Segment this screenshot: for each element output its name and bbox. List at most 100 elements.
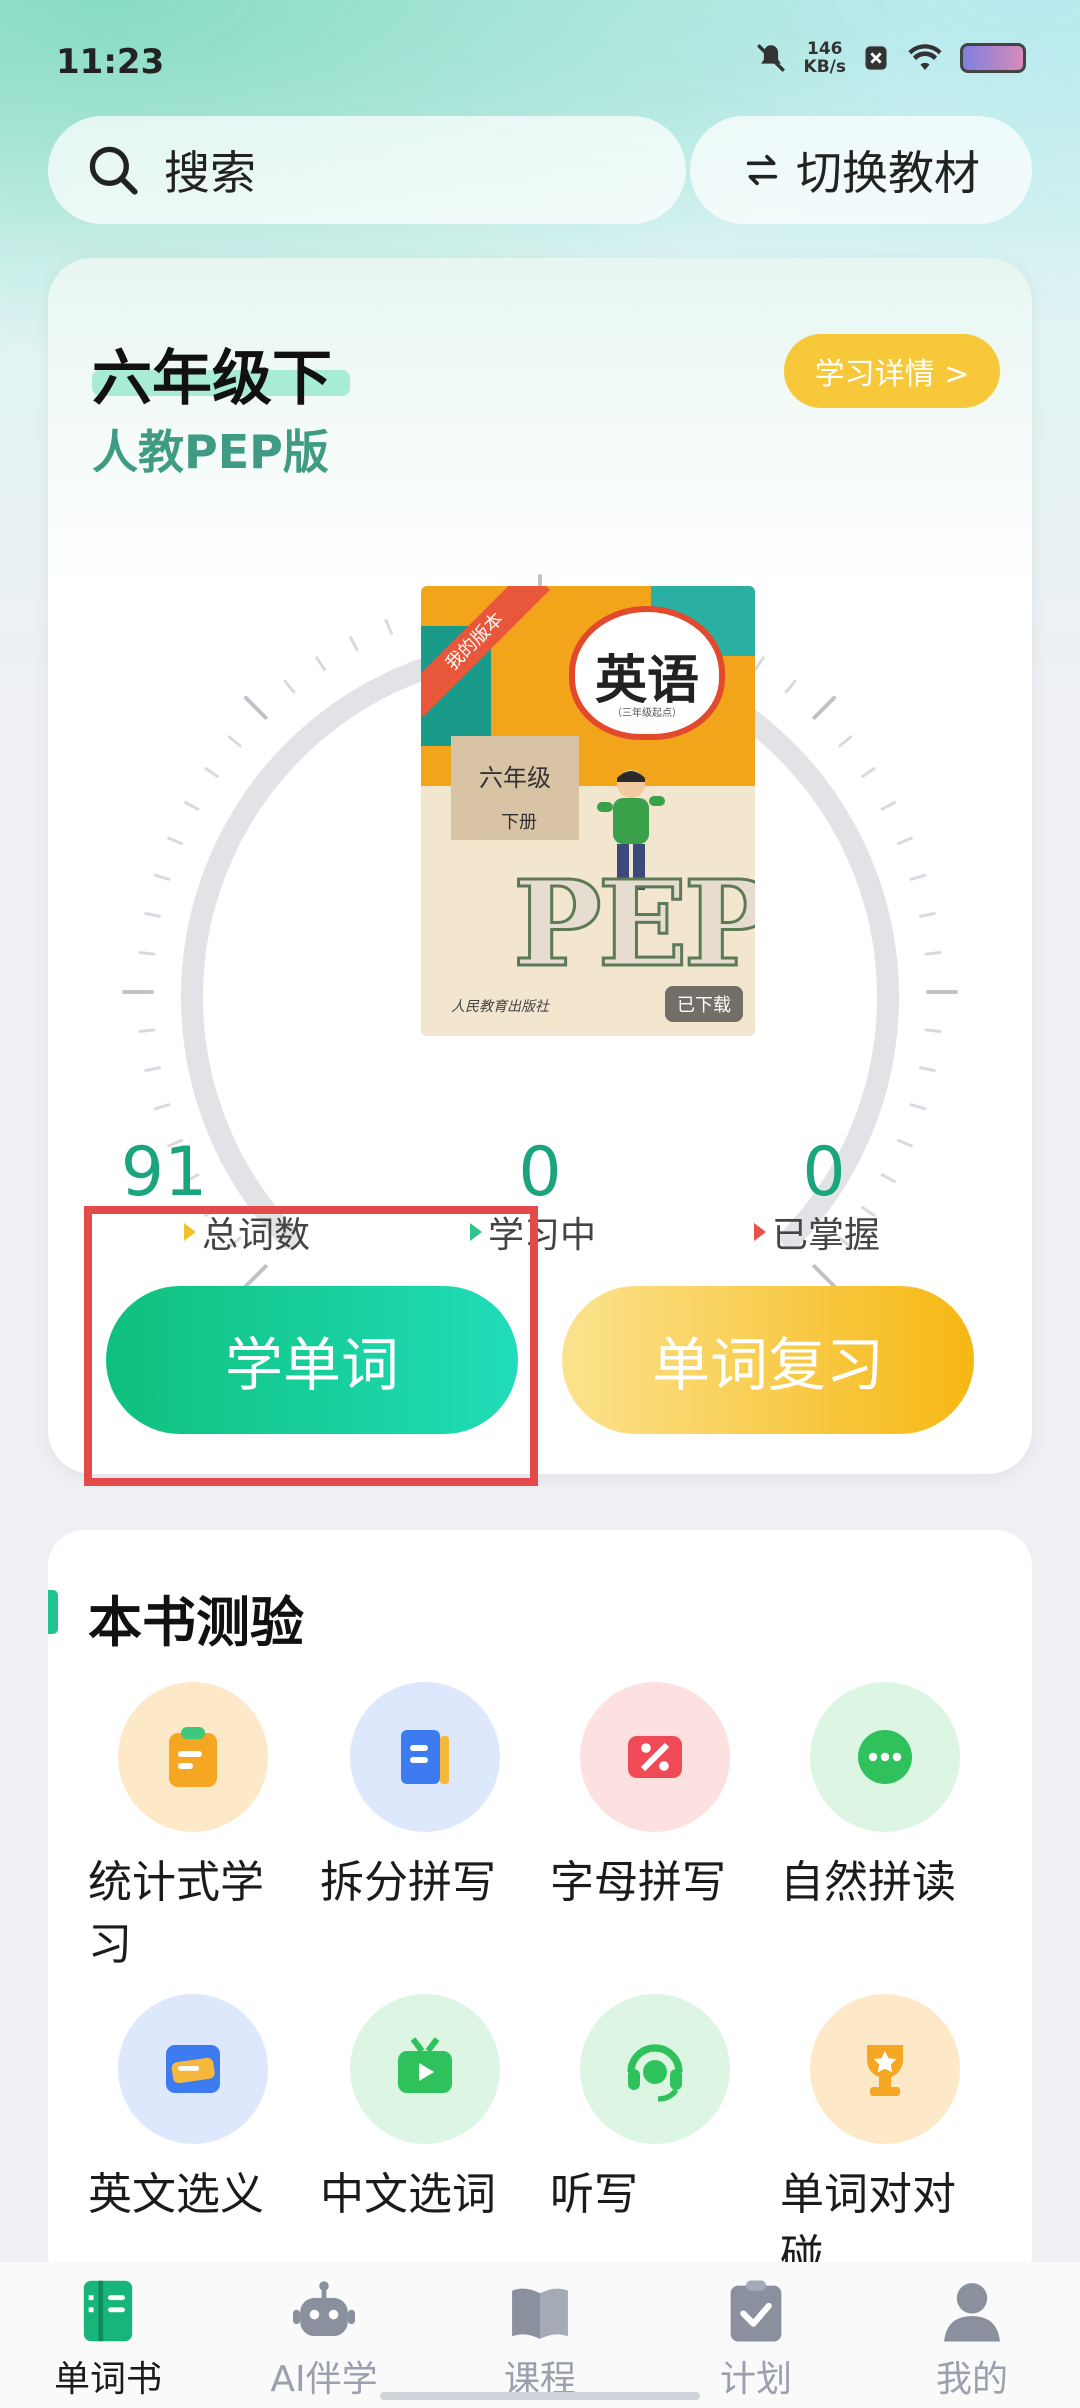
grade-title: 六年级下 bbox=[92, 344, 332, 414]
tool-english-meaning[interactable]: 英文选义 bbox=[88, 1994, 318, 2226]
status-time: 11:23 bbox=[56, 42, 165, 82]
tool-chinese-word[interactable]: 中文选词 bbox=[320, 1994, 550, 2226]
stat-marker-icon bbox=[470, 1223, 482, 1241]
cover-term: 下册 bbox=[501, 812, 537, 833]
gauge-tick bbox=[243, 695, 268, 720]
network-speed: 146 KB/s bbox=[804, 40, 846, 76]
learn-words-button[interactable]: 学单词 bbox=[106, 1286, 518, 1434]
nav-label: 计划 bbox=[719, 2359, 792, 2400]
cover-subtitle: （三年级起点） bbox=[612, 708, 682, 719]
gauge-tick bbox=[283, 679, 296, 694]
nav-label: 我的 bbox=[935, 2359, 1008, 2400]
gauge-tick bbox=[880, 800, 897, 811]
stat-mastered: 0 bbox=[674, 1136, 974, 1210]
speed-value: 146 bbox=[807, 39, 843, 59]
tool-label: 自然拼读 bbox=[780, 1857, 956, 1908]
switch-textbook-label: 切换教材 bbox=[796, 146, 980, 200]
tool-stat-learning[interactable]: 统计式学 习 bbox=[88, 1682, 318, 1976]
status-icons: 146 KB/s bbox=[754, 40, 1026, 76]
gauge-tick bbox=[812, 1264, 837, 1289]
stat-total-value: 91 bbox=[120, 1133, 208, 1212]
gauge-tick bbox=[348, 635, 359, 652]
stat-learning-value: 0 bbox=[518, 1133, 562, 1212]
gauge-tick bbox=[138, 1028, 156, 1033]
tool-label: 英文选义 bbox=[88, 2169, 264, 2220]
cover-title: 英语 bbox=[594, 650, 699, 711]
stat-mastered-value: 0 bbox=[802, 1133, 846, 1212]
tool-label: 统计式学 习 bbox=[88, 1857, 264, 1970]
search-icon bbox=[89, 146, 138, 195]
tool-label: 听写 bbox=[550, 2169, 638, 2220]
stat-learning: 0 bbox=[390, 1136, 690, 1210]
nav-courses[interactable]: 课程 bbox=[460, 2278, 620, 2402]
stat-mastered-label: 已掌握 bbox=[754, 1206, 880, 1258]
gauge-tick bbox=[812, 695, 837, 720]
nav-wordbook[interactable]: 单词书 bbox=[28, 2278, 188, 2402]
stat-total-text: 总词数 bbox=[202, 1215, 311, 1256]
search-placeholder: 搜索 bbox=[164, 146, 256, 200]
nav-plan[interactable]: 计划 bbox=[676, 2278, 836, 2402]
chat-icon bbox=[810, 1682, 960, 1832]
cover-publisher: 人民教育出版社 bbox=[451, 999, 549, 1015]
clipboard-icon bbox=[118, 1682, 268, 1832]
tool-phonics[interactable]: 自然拼读 bbox=[780, 1682, 1010, 1914]
cover-grade: 六年级 bbox=[479, 764, 551, 792]
battery-icon bbox=[960, 43, 1026, 73]
home-indicator bbox=[380, 2392, 700, 2400]
headset-icon bbox=[580, 1994, 730, 2144]
gauge-tick bbox=[144, 912, 161, 918]
tool-word-match[interactable]: 单词对对 碰 bbox=[780, 1994, 1010, 2288]
bottom-navigation: 单词书 AI伴学 课程 计划 我的 bbox=[0, 2262, 1080, 2408]
gauge-tick bbox=[144, 1066, 161, 1072]
stat-total: 91 bbox=[14, 1136, 314, 1210]
tv-icon bbox=[350, 1994, 500, 2144]
checklist-icon bbox=[730, 2280, 782, 2342]
robot-icon bbox=[293, 2281, 355, 2337]
downloaded-badge: 已下载 bbox=[665, 986, 743, 1022]
gauge-tick bbox=[138, 951, 156, 956]
stat-learning-label: 学习中 bbox=[470, 1206, 596, 1258]
gauge-tick bbox=[924, 951, 942, 956]
gauge-tick bbox=[183, 800, 200, 811]
nav-label: 单词书 bbox=[53, 2359, 162, 2400]
stat-learning-text: 学习中 bbox=[488, 1215, 597, 1256]
card-icon bbox=[118, 1994, 268, 2144]
wordbook-icon bbox=[83, 2280, 133, 2342]
gauge-tick bbox=[754, 656, 765, 671]
gauge-tick bbox=[909, 873, 927, 881]
stat-mastered-text: 已掌握 bbox=[772, 1215, 881, 1256]
nav-ai-companion[interactable]: AI伴学 bbox=[244, 2278, 404, 2402]
textbook-cover[interactable]: 英语 （三年级起点） 我的版本 六年级 下册 PEP 人民教育出版社 已下载 bbox=[421, 586, 755, 1036]
nav-profile[interactable]: 我的 bbox=[892, 2278, 1052, 2402]
stat-marker-icon bbox=[184, 1223, 196, 1241]
gauge-tick bbox=[153, 1103, 171, 1111]
review-words-button[interactable]: 单词复习 bbox=[562, 1286, 974, 1434]
switch-textbook-button[interactable]: 切换教材 bbox=[690, 116, 1032, 224]
book-quiz-section: 本书测验 统计式学 习 拆分拼写 字母拼写 自然拼读 英文选义 中文选词 听写 … bbox=[48, 1530, 1032, 2290]
mute-bell-icon bbox=[756, 44, 785, 72]
trophy-icon bbox=[810, 1994, 960, 2144]
gauge-tick bbox=[167, 836, 184, 846]
status-bar: 11:23 146 KB/s bbox=[0, 0, 1080, 120]
gauge-tick bbox=[924, 1028, 942, 1033]
gauge-tick bbox=[204, 767, 219, 778]
study-detail-button[interactable]: 学习详情 > bbox=[784, 334, 1000, 408]
tool-split-spelling[interactable]: 拆分拼写 bbox=[320, 1682, 550, 1914]
cover-pep-letters: PEP bbox=[511, 853, 755, 995]
tool-dictation[interactable]: 听写 bbox=[550, 1994, 780, 2226]
gauge-tick bbox=[896, 836, 913, 846]
gauge-tick bbox=[784, 679, 797, 694]
wifi-icon bbox=[908, 44, 942, 70]
tool-letter-spelling[interactable]: 字母拼写 bbox=[550, 1682, 780, 1914]
search-bar[interactable]: 搜索 bbox=[48, 116, 686, 224]
gauge-tick bbox=[315, 656, 326, 671]
percent-icon bbox=[580, 1682, 730, 1832]
gauge-tick bbox=[153, 873, 171, 881]
tool-label: 字母拼写 bbox=[550, 1857, 726, 1908]
profile-icon bbox=[944, 2283, 1000, 2342]
open-book-icon bbox=[512, 2288, 568, 2339]
gauge-tick bbox=[243, 1264, 268, 1289]
speed-unit: KB/s bbox=[803, 57, 846, 77]
swap-icon bbox=[746, 154, 778, 186]
gauge-tick bbox=[909, 1103, 927, 1111]
